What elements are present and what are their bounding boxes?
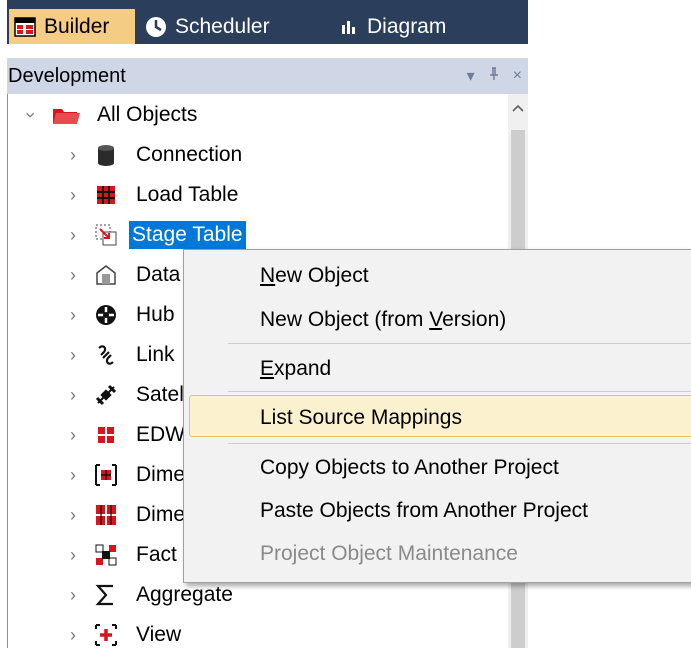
tree-item-fact[interactable]: › Fact bbox=[8, 537, 188, 573]
chevron-right-icon[interactable]: › bbox=[66, 265, 80, 285]
tree-root[interactable]: › All Objects bbox=[8, 97, 508, 133]
folder-icon bbox=[51, 103, 81, 127]
tab-scheduler[interactable]: Scheduler bbox=[145, 9, 270, 44]
diagram-icon bbox=[341, 19, 359, 35]
dimension-view-icon bbox=[94, 503, 118, 527]
chevron-right-icon[interactable]: › bbox=[66, 345, 80, 365]
tree-item-link[interactable]: › Link bbox=[8, 337, 188, 373]
chevron-right-icon[interactable]: › bbox=[66, 425, 80, 445]
tree-label: Data bbox=[136, 263, 181, 286]
chevron-right-icon[interactable]: › bbox=[66, 305, 80, 325]
panel-header: Development ▾ × bbox=[7, 58, 528, 94]
tab-builder[interactable]: Builder bbox=[9, 9, 135, 44]
tree-item-connection[interactable]: › Connection bbox=[8, 137, 508, 173]
view-icon bbox=[94, 623, 118, 647]
tree-item-dimension-view[interactable]: › Dime bbox=[8, 497, 188, 533]
tree-label: Load Table bbox=[136, 183, 239, 206]
chevron-down-icon[interactable]: › bbox=[21, 108, 42, 122]
panel-controls: ▾ × bbox=[467, 58, 522, 94]
scroll-up-icon[interactable] bbox=[508, 96, 528, 120]
tree-item-satellite[interactable]: › Satel bbox=[8, 377, 188, 413]
tree-label: Satel bbox=[136, 383, 184, 406]
chevron-right-icon[interactable]: › bbox=[66, 625, 80, 645]
tree-label: Link bbox=[136, 343, 175, 366]
database-icon bbox=[94, 143, 118, 167]
tab-bar: Builder Scheduler Diagram bbox=[7, 0, 528, 44]
menu-item-new-object[interactable]: New Object bbox=[260, 264, 369, 288]
tree-item-edw[interactable]: › EDW bbox=[8, 417, 188, 453]
pin-icon[interactable] bbox=[489, 66, 499, 86]
menu-item-paste-objects[interactable]: Paste Objects from Another Project bbox=[260, 499, 588, 523]
menu-item-copy-objects[interactable]: Copy Objects to Another Project bbox=[260, 456, 559, 480]
tree-label: View bbox=[136, 623, 182, 646]
tree-label: EDW bbox=[136, 423, 185, 446]
tree-item-data-store[interactable]: › Data bbox=[8, 257, 188, 293]
menu-item-project-object-maintenance[interactable]: Project Object Maintenance bbox=[260, 542, 518, 566]
tree-item-dimension[interactable]: › Dime bbox=[8, 457, 188, 493]
tab-label: Diagram bbox=[367, 14, 447, 38]
chevron-right-icon[interactable]: › bbox=[66, 185, 80, 205]
stage-table-icon bbox=[94, 223, 118, 247]
tree-label: Fact bbox=[136, 543, 177, 566]
sigma-icon bbox=[94, 583, 118, 607]
menu-separator bbox=[228, 391, 691, 392]
tree-label: Aggregate bbox=[136, 583, 233, 606]
chevron-right-icon[interactable]: › bbox=[66, 465, 80, 485]
chevron-right-icon[interactable]: › bbox=[66, 505, 80, 525]
dimension-icon bbox=[94, 463, 118, 487]
chevron-right-icon[interactable]: › bbox=[66, 385, 80, 405]
chevron-right-icon[interactable]: › bbox=[66, 145, 80, 165]
menu-separator bbox=[228, 343, 691, 344]
tab-label: Builder bbox=[44, 14, 110, 38]
fact-icon bbox=[94, 543, 118, 567]
tree-item-stage-table[interactable]: › Stage Table bbox=[8, 217, 508, 253]
load-table-icon bbox=[94, 183, 118, 207]
tab-diagram[interactable]: Diagram bbox=[341, 9, 446, 44]
tab-label: Scheduler bbox=[175, 14, 270, 38]
edw-icon bbox=[94, 423, 118, 447]
clock-icon bbox=[145, 16, 167, 38]
tree-item-load-table[interactable]: › Load Table bbox=[8, 177, 508, 213]
tree-item-hub[interactable]: › Hub bbox=[8, 297, 188, 333]
chevron-right-icon[interactable]: › bbox=[66, 545, 80, 565]
tree-label: Dime bbox=[136, 463, 186, 486]
menu-item-new-object-from-version[interactable]: New Object (from Version) bbox=[260, 308, 506, 332]
data-store-icon bbox=[94, 263, 118, 287]
menu-item-list-source-mappings[interactable]: List Source Mappings bbox=[260, 406, 462, 430]
tree-label: Connection bbox=[136, 143, 243, 166]
chevron-right-icon[interactable]: › bbox=[66, 225, 80, 245]
hub-icon bbox=[94, 303, 118, 327]
left-edge bbox=[0, 0, 7, 648]
panel-title: Development bbox=[8, 64, 126, 87]
dropdown-arrow-icon[interactable]: ▾ bbox=[467, 66, 475, 86]
menu-item-expand[interactable]: Expand bbox=[260, 357, 331, 381]
menu-separator bbox=[228, 443, 691, 444]
chevron-right-icon[interactable]: › bbox=[66, 585, 80, 605]
builder-icon bbox=[14, 16, 36, 37]
tree-label: Dime bbox=[136, 503, 186, 526]
tree-label: Hub bbox=[136, 303, 175, 326]
link-icon bbox=[94, 343, 118, 367]
tree-label-selected: Stage Table bbox=[129, 221, 246, 249]
close-icon[interactable]: × bbox=[513, 67, 522, 85]
tree-label: All Objects bbox=[97, 103, 198, 126]
satellite-icon bbox=[94, 383, 118, 407]
context-menu: New Object New Object (from Version) Exp… bbox=[183, 249, 691, 583]
